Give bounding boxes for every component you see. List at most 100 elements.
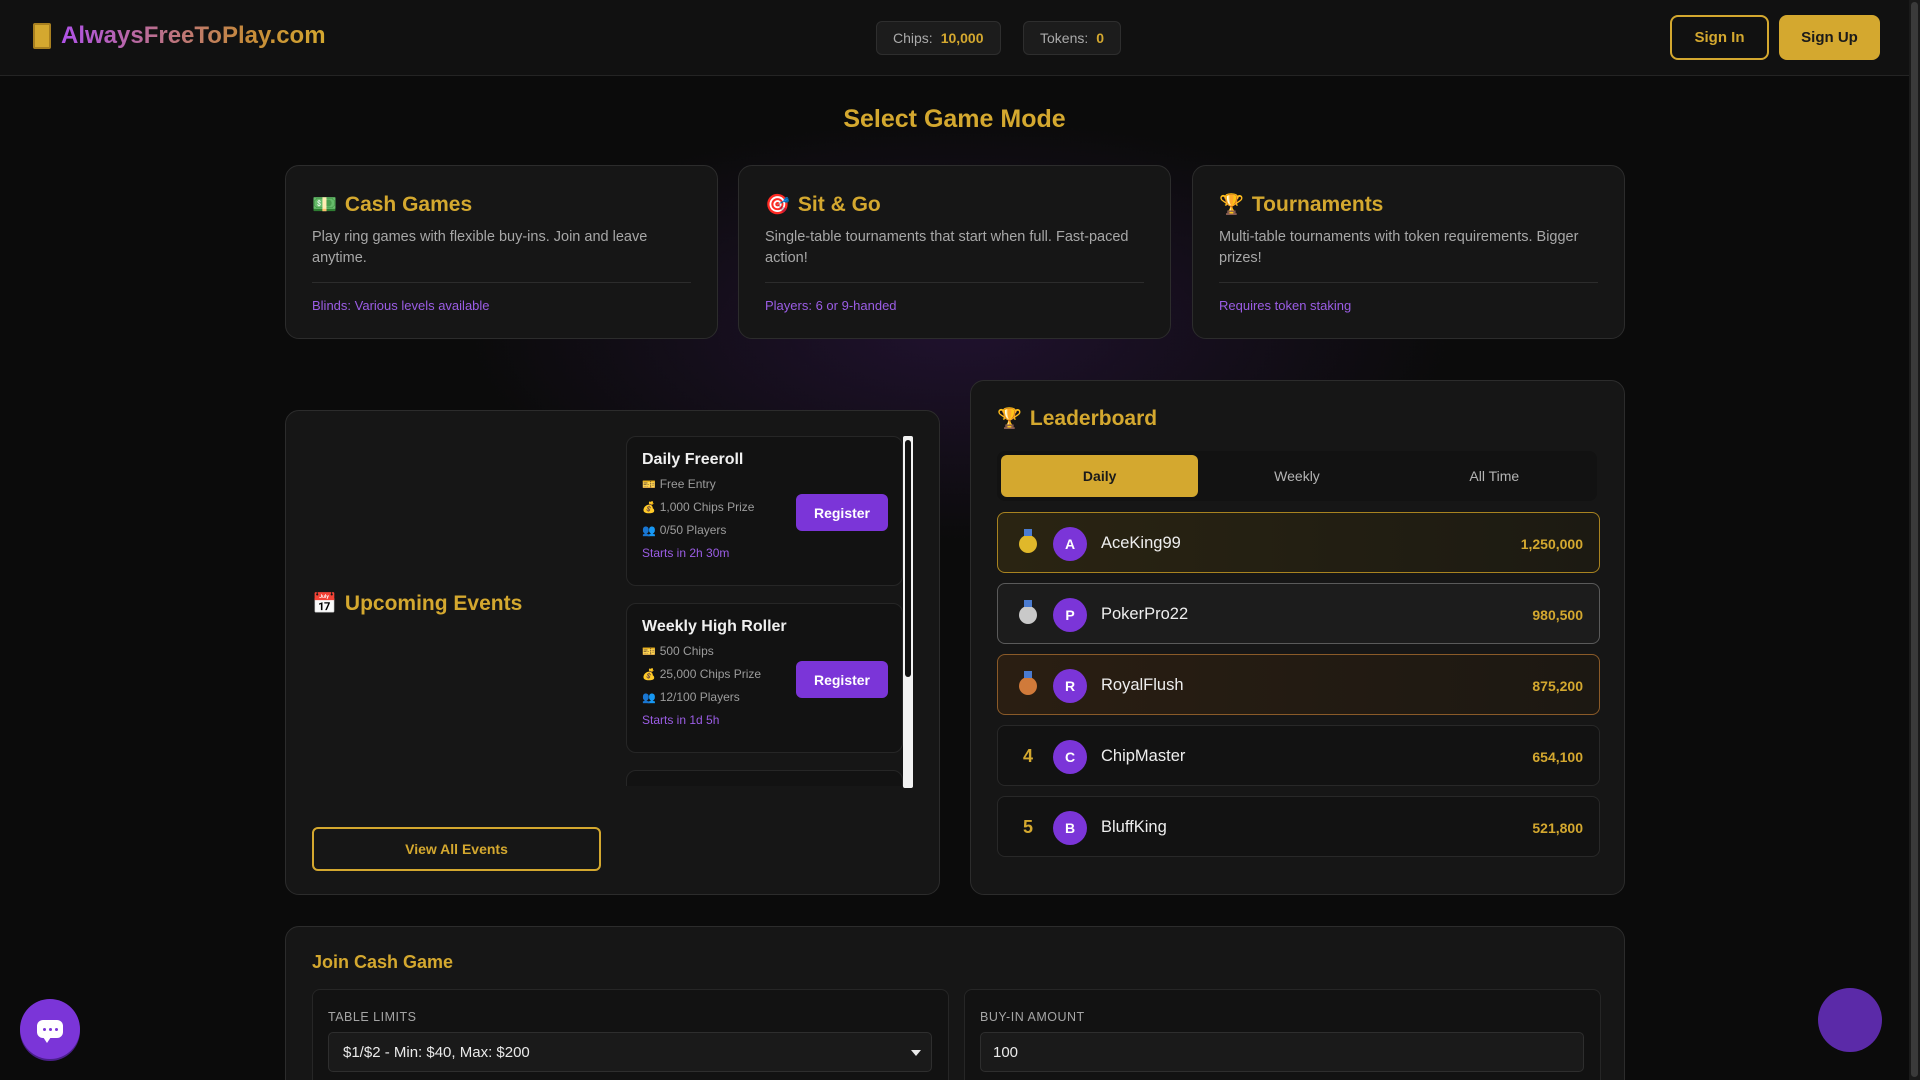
chevron-down-icon (911, 1050, 921, 1056)
page-scrollbar[interactable] (1909, 0, 1920, 1080)
rank-medal (1016, 584, 1040, 645)
event-prize-text: 25,000 Chips Prize (659, 667, 762, 681)
leaderboard-row: A AceKing99 1,250,000 (997, 512, 1600, 573)
table-limits-value: $1/$2 - Min: $40, Max: $200 (343, 1043, 530, 1061)
divider (1219, 282, 1598, 283)
mode-card-cash-games[interactable]: 💵 Cash Games Play ring games with flexib… (285, 165, 718, 339)
target-icon: 🎯 (765, 194, 790, 216)
event-players-text: 12/100 Players (659, 690, 740, 704)
player-score: 521,800 (1532, 819, 1583, 836)
register-button[interactable]: Register (796, 494, 888, 531)
player-name: AceKing99 (1101, 534, 1181, 552)
ticket-icon: 🎫 (642, 645, 656, 658)
chat-button[interactable] (20, 999, 80, 1059)
tab-weekly[interactable]: Weekly (1198, 455, 1395, 497)
event-start-time: Starts in 2h 30m (642, 546, 730, 560)
leaderboard-row: 4 C ChipMaster 654,100 (997, 725, 1600, 786)
sign-in-button[interactable]: Sign In (1670, 15, 1769, 60)
avatar: P (1053, 598, 1087, 632)
ticket-icon: 🎫 (642, 478, 656, 491)
join-cash-title: Join Cash Game (312, 952, 454, 972)
register-button[interactable]: Register (796, 661, 888, 698)
money-bag-icon: 💰 (642, 501, 656, 514)
events-scrollbar-thumb[interactable] (905, 440, 911, 677)
leaderboard-row: R RoyalFlush 875,200 (997, 654, 1600, 715)
events-title: 📅 Upcoming Events (312, 591, 522, 616)
bronze-medal-icon (1019, 670, 1037, 695)
mode-title: 🏆 Tournaments (1219, 192, 1598, 217)
player-score: 1,250,000 (1520, 535, 1583, 552)
money-bag-icon: 💰 (642, 668, 656, 681)
mode-title-text: Cash Games (344, 192, 473, 216)
join-cash-game-panel: Join Cash Game TABLE LIMITS $1/$2 - Min:… (285, 926, 1625, 1080)
table-limits-label: TABLE LIMITS (328, 1010, 417, 1024)
chips-value: 10,000 (940, 30, 984, 46)
leaderboard-panel: 🏆 Leaderboard Daily Weekly All Time A Ac… (970, 380, 1625, 895)
event-card: Weekly High Roller 🎫 500 Chips 💰 25,000 Ch… (626, 603, 903, 753)
player-name: PokerPro22 (1101, 605, 1189, 623)
silver-medal-icon (1019, 599, 1037, 624)
card-icon (33, 23, 51, 49)
player-name: ChipMaster (1101, 747, 1186, 765)
chips-balance: Chips: 10,000 (876, 21, 1001, 55)
event-entry-text: 500 Chips (659, 644, 714, 658)
rank-medal (1016, 655, 1040, 716)
sign-up-button[interactable]: Sign Up (1779, 15, 1880, 60)
avatar: B (1053, 811, 1087, 845)
leaderboard-title: 🏆 Leaderboard (997, 406, 1157, 431)
top-header: AlwaysFreeToPlay.com Chips: 10,000 Token… (0, 0, 1909, 76)
site-logo[interactable]: AlwaysFreeToPlay.com (33, 22, 326, 50)
event-name: Weekly High Roller (642, 618, 787, 635)
players-icon: 👥 (642, 691, 656, 704)
tokens-label: Tokens: (1040, 30, 1089, 46)
event-entry: 🎫 Free Entry (642, 477, 887, 491)
upcoming-events-panel: 📅 Upcoming Events View All Events Daily … (285, 410, 940, 895)
event-card (626, 770, 903, 786)
event-prize-text: 1,000 Chips Prize (659, 500, 755, 514)
events-list[interactable]: Daily Freeroll 🎫 Free Entry 💰 1,000 Chips … (626, 436, 913, 786)
mode-title: 💵 Cash Games (312, 192, 691, 217)
avatar: A (1053, 527, 1087, 561)
event-entry-text: Free Entry (659, 477, 716, 491)
mode-card-sit-and-go[interactable]: 🎯 Sit & Go Single-table tournaments that… (738, 165, 1171, 339)
trophy-icon: 🏆 (997, 408, 1022, 430)
event-card: Daily Freeroll 🎫 Free Entry 💰 1,000 Chips … (626, 436, 903, 586)
page-scrollbar-thumb[interactable] (1911, 2, 1918, 1077)
avatar: C (1053, 740, 1087, 774)
events-scrollbar[interactable] (903, 436, 913, 788)
player-score: 980,500 (1532, 606, 1583, 623)
mode-meta: Blinds: Various levels available (312, 298, 490, 313)
tokens-value: 0 (1096, 30, 1105, 46)
mode-card-tournaments[interactable]: 🏆 Tournaments Multi-table tournaments wi… (1192, 165, 1625, 339)
rank-number: 4 (1022, 746, 1033, 766)
rank-medal (1016, 513, 1040, 574)
gold-medal-icon (1019, 528, 1037, 553)
leaderboard-row: P PokerPro22 980,500 (997, 583, 1600, 644)
divider (765, 282, 1144, 283)
mode-description: Single-table tournaments that start when… (765, 229, 1129, 266)
select-mode-title: Select Game Mode (843, 105, 1066, 133)
site-name: AlwaysFreeToPlay.com (61, 22, 326, 49)
view-all-events-button[interactable]: View All Events (312, 827, 601, 871)
avatar: R (1053, 669, 1087, 703)
tab-daily[interactable]: Daily (1001, 455, 1199, 497)
mode-meta: Requires token staking (1219, 298, 1352, 313)
floating-action-button[interactable] (1818, 988, 1882, 1052)
tab-all-time[interactable]: All Time (1396, 455, 1593, 497)
mode-description: Play ring games with flexible buy-ins. J… (312, 229, 648, 266)
chat-bubble-icon (37, 1020, 63, 1043)
calendar-icon: 📅 (312, 593, 337, 615)
trophy-icon: 🏆 (1219, 194, 1244, 216)
player-score: 875,200 (1532, 677, 1583, 694)
cash-icon: 💵 (312, 194, 337, 216)
mode-description: Multi-table tournaments with token requi… (1219, 229, 1579, 266)
buy-in-input[interactable]: 100 (980, 1032, 1584, 1072)
divider (312, 282, 691, 283)
table-limits-select[interactable]: $1/$2 - Min: $40, Max: $200 (328, 1032, 932, 1072)
leaderboard-title-text: Leaderboard (1029, 406, 1158, 430)
leaderboard-row: 5 B BluffKing 521,800 (997, 796, 1600, 857)
mode-meta: Players: 6 or 9-handed (765, 298, 897, 313)
table-limits-box: TABLE LIMITS $1/$2 - Min: $40, Max: $200 (312, 989, 949, 1080)
player-name: RoyalFlush (1101, 676, 1184, 694)
leaderboard-tabs: Daily Weekly All Time (997, 451, 1597, 501)
